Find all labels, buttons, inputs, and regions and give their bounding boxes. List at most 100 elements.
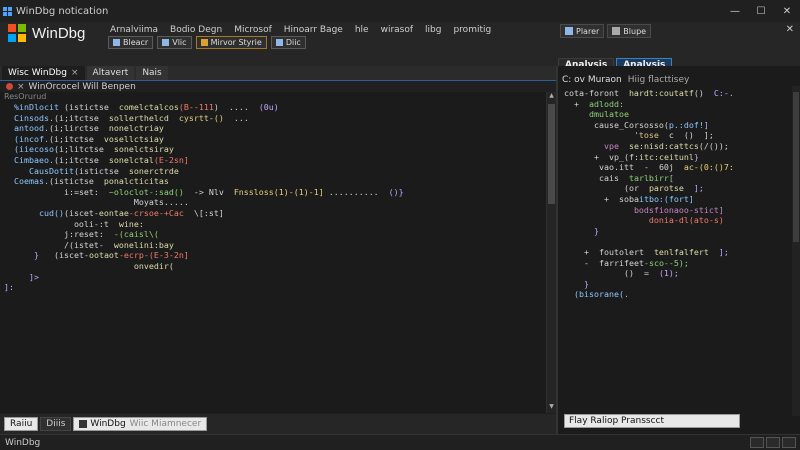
editor-scrollbar[interactable]: ▲ ▼ (546, 92, 556, 413)
code-area[interactable]: %inDlocit (istictse comelctalcos(B--111)… (4, 102, 404, 293)
code-token: farrifeet (598, 257, 644, 268)
analysis-pane: C: ov Muraon Hiig flacttisey cota-foront… (556, 66, 800, 434)
right-close-icon[interactable]: ✕ (786, 24, 794, 35)
code-line: (iiecoso(i;litctse sonelctsiray (4, 144, 404, 155)
menu-item[interactable]: libg (423, 24, 443, 36)
analysis-footer-field[interactable]: Flay Raliop Pransscct (564, 414, 740, 428)
status-bar: WinDbg (0, 434, 800, 450)
code-token: + (574, 98, 589, 109)
scroll-up-icon[interactable]: ▲ (547, 92, 556, 102)
right-ribbon-button-label: Blupe (623, 26, 647, 36)
menu-item[interactable]: hle (353, 24, 371, 36)
code-token: (i;lirctse (48, 123, 109, 134)
code-line: (or parotse ]; (564, 183, 734, 194)
document-tab[interactable]: Wisc WinDbg × (2, 66, 85, 80)
code-token: ... (223, 112, 249, 123)
code-token: ooli-:t (73, 218, 109, 229)
menu-item[interactable]: Bodio Degn (168, 24, 224, 36)
code-token: - (583, 257, 599, 268)
close-tab-icon[interactable]: × (17, 82, 25, 92)
code-token: (iiecoso (14, 144, 54, 155)
close-window-button[interactable]: ✕ (774, 0, 800, 22)
code-line: cota-foront hardt:coutatf() C:-. (564, 88, 734, 99)
ribbon-button[interactable]: Diic (270, 36, 306, 49)
code-token: sollerthelcd (108, 112, 169, 123)
code-token: (or (623, 183, 649, 194)
editor-path: WinOrcocel Will Benpen (28, 81, 136, 92)
code-token: donia-dl(ato-s) (648, 215, 724, 226)
bottom-tab[interactable]: WinDbg Wiic Miamnecer (73, 417, 208, 431)
code-line: ]: (4, 282, 404, 293)
code-token: soba (618, 193, 639, 204)
layout-icon[interactable] (750, 437, 764, 448)
code-line: i:=set: ~oloclot-:sad() -> Nlv Fnssloss(… (4, 187, 404, 198)
minimize-button[interactable]: — (722, 0, 748, 22)
close-icon[interactable]: × (71, 68, 79, 78)
analysis-path-bar: C: ov Muraon Hiig flacttisey (558, 74, 800, 86)
code-token: (/()); (698, 140, 729, 151)
bottom-tab[interactable]: Raiiu (4, 417, 39, 431)
split-icon[interactable] (782, 437, 796, 448)
code-token: -sco--5); (643, 257, 689, 268)
editor-header: ResOrurud (4, 92, 47, 101)
code-line: Coemas.(istictse ponalcticitas (4, 176, 404, 187)
analysis-code-area[interactable]: cota-foront hardt:coutatf() C:-. + adlod… (564, 88, 734, 300)
code-token: ()} (388, 186, 404, 197)
ribbon-button-label: Vlic (172, 38, 187, 47)
document-tab-label: Nais (142, 68, 162, 78)
right-ribbon-button[interactable]: Blupe (607, 24, 652, 38)
code-token: parotse (648, 183, 694, 194)
bottom-tab-suffix: Wiic Miamnecer (129, 419, 202, 429)
analysis-scroll-thumb[interactable] (793, 92, 799, 242)
code-token: -(caisl\( (113, 229, 159, 240)
code-line: } (564, 226, 734, 237)
code-token: cause_Corsosso( (593, 119, 669, 130)
code-line: donia-dl(ato-s) (564, 215, 734, 226)
menu-item[interactable]: promitig (451, 24, 493, 36)
analysis-path-suffix: Hiig flacttisey (627, 75, 690, 85)
document-tab[interactable]: Altavert (86, 66, 135, 80)
document-tab[interactable]: Nais (136, 66, 168, 80)
menu-item[interactable]: Microsof (232, 24, 274, 36)
scroll-down-icon[interactable]: ▼ (547, 403, 556, 413)
ribbon-button[interactable]: Bleacr (108, 36, 154, 49)
code-token: vpe (603, 140, 629, 151)
document-tab-strip: Wisc WinDbg × Altavert Nais (0, 66, 556, 80)
menu-item[interactable]: Arnalviima (108, 24, 160, 36)
menu-item[interactable]: Hinoarr Bage (282, 24, 345, 36)
menu-item[interactable]: wirasof (379, 24, 415, 36)
maximize-button[interactable]: ☐ (748, 0, 774, 22)
code-token: () (693, 88, 714, 98)
code-token: ac-(0:()7: (683, 162, 734, 173)
code-line: dmulatoe (564, 109, 734, 120)
code-token: itbo:(fort] (638, 193, 694, 204)
code-token: ]; (693, 183, 704, 194)
window-icon (565, 27, 573, 35)
scroll-thumb[interactable] (548, 104, 555, 204)
ribbon-button-label: Mirvor Styrie (210, 38, 262, 47)
status-icons (750, 437, 796, 448)
code-token: CausDotit (28, 165, 74, 176)
command-editor[interactable]: ResOrurud %inDlocit (istictse comelctalc… (0, 92, 556, 413)
window-icon (162, 39, 170, 46)
code-token: ootaot (88, 250, 119, 261)
panel-icon[interactable] (766, 437, 780, 448)
right-ribbon-button[interactable]: Plarer (560, 24, 605, 38)
ribbon-button[interactable]: Mirvor Styrie (195, 36, 267, 49)
code-token: ]> (28, 271, 39, 282)
bottom-tab[interactable]: Diiis (40, 417, 72, 431)
analysis-scrollbar[interactable] (792, 86, 800, 416)
code-token: antood. (14, 123, 49, 134)
ribbon-button[interactable]: Vlic (157, 36, 192, 49)
app-name: WinDbg (32, 24, 86, 42)
